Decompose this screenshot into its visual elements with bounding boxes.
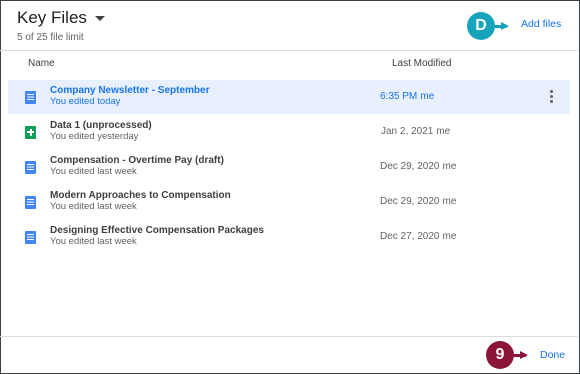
- file-row[interactable]: Data 1 (unprocessed) You edited yesterda…: [8, 115, 570, 149]
- file-name: Designing Effective Compensation Package…: [50, 225, 264, 236]
- file-modified: 6:35 PM me: [380, 91, 434, 102]
- callout-badge: D: [467, 12, 495, 40]
- callout-badge: 9: [486, 341, 514, 369]
- file-date: Jan 2, 2021: [381, 126, 434, 137]
- file-edited-text: You edited last week: [50, 201, 137, 212]
- file-row[interactable]: Designing Effective Compensation Package…: [8, 220, 570, 254]
- file-owner: me: [442, 161, 457, 172]
- doc-icon: [25, 231, 36, 244]
- callout-arrow-head: [501, 22, 509, 30]
- doc-icon: [25, 196, 36, 209]
- chevron-down-icon: [94, 15, 105, 21]
- more-options-icon[interactable]: [549, 89, 553, 105]
- doc-icon: [25, 91, 36, 104]
- file-name: Company Newsletter - September: [50, 85, 210, 96]
- file-name: Data 1 (unprocessed): [50, 120, 152, 131]
- file-date: 6:35 PM: [380, 91, 418, 102]
- callout-arrow-head: [520, 351, 528, 359]
- file-owner: me: [442, 231, 457, 242]
- file-owner: me: [420, 91, 435, 102]
- file-row[interactable]: Compensation - Overtime Pay (draft) You …: [8, 150, 570, 184]
- file-name: Modern Approaches to Compensation: [50, 190, 231, 201]
- file-owner: me: [442, 196, 457, 207]
- file-date: Dec 27, 2020: [380, 231, 440, 242]
- add-files-button[interactable]: Add files: [521, 18, 561, 30]
- file-modified: Dec 29, 2020 me: [380, 196, 456, 207]
- file-date: Dec 29, 2020: [380, 196, 440, 207]
- file-limit-text: 5 of 25 file limit: [17, 32, 84, 43]
- doc-icon: [25, 161, 36, 174]
- file-edited-text: You edited today: [50, 96, 121, 107]
- file-row[interactable]: Modern Approaches to Compensation You ed…: [8, 185, 570, 219]
- sheet-icon: [25, 126, 36, 139]
- file-name: Compensation - Overtime Pay (draft): [50, 155, 224, 166]
- column-header-last-modified[interactable]: Last Modified: [392, 58, 451, 69]
- file-modified: Dec 29, 2020 me: [380, 161, 456, 172]
- file-modified: Jan 2, 2021 me: [381, 126, 450, 137]
- title-dropdown[interactable]: Key Files: [17, 8, 105, 28]
- callout-done: 9: [486, 341, 528, 369]
- callout-add-files: D: [467, 12, 509, 40]
- column-header-name[interactable]: Name: [28, 58, 55, 69]
- file-edited-text: You edited last week: [50, 236, 137, 247]
- file-modified: Dec 27, 2020 me: [380, 231, 456, 242]
- file-owner: me: [436, 126, 451, 137]
- file-row[interactable]: Company Newsletter - September You edite…: [8, 80, 570, 114]
- file-edited-text: You edited last week: [50, 166, 137, 177]
- file-date: Dec 29, 2020: [380, 161, 440, 172]
- dialog-title: Key Files: [17, 8, 87, 27]
- file-edited-text: You edited yesterday: [50, 131, 139, 142]
- done-button[interactable]: Done: [540, 349, 565, 361]
